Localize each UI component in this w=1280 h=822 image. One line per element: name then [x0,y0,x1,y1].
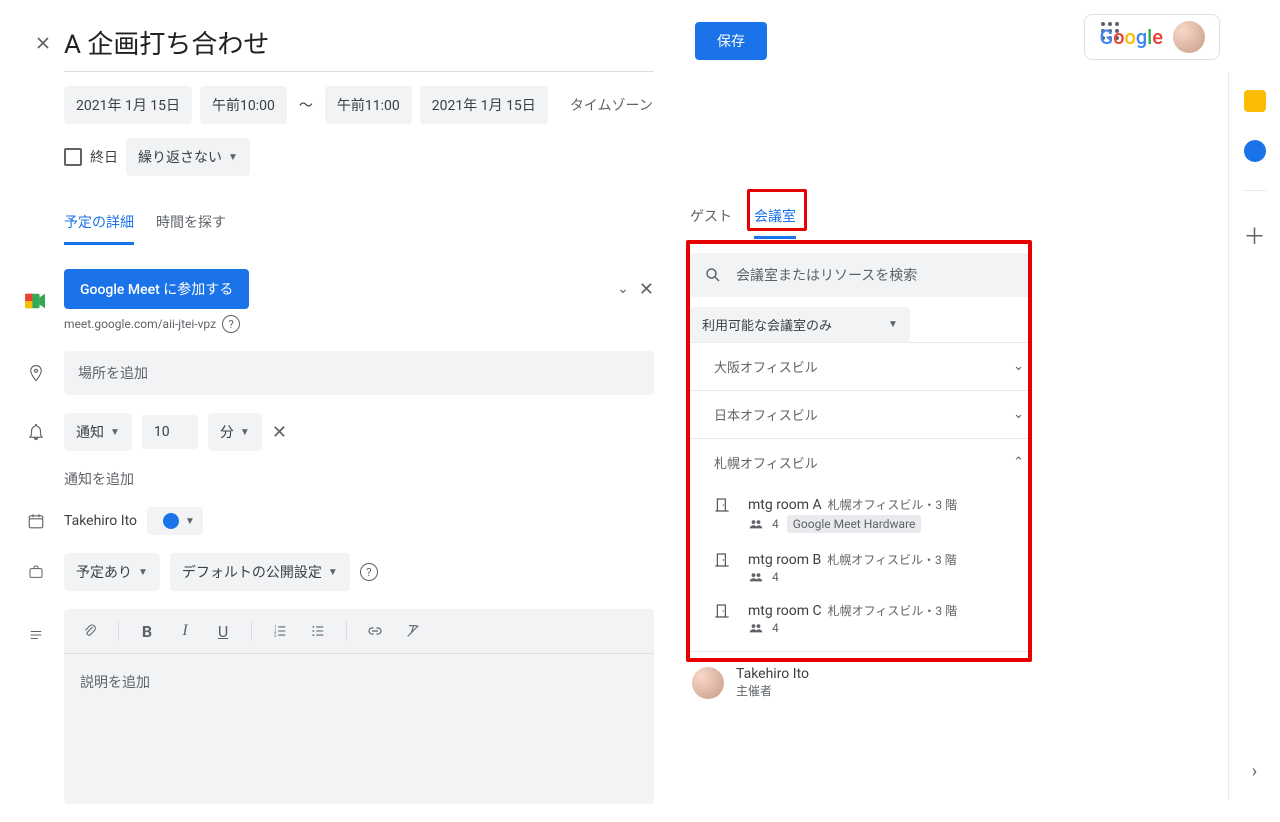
room-icon [714,494,734,533]
link-icon[interactable] [365,621,385,641]
timezone-link[interactable]: タイムゾーン [570,95,653,115]
building-row-osaka[interactable]: 大阪オフィスビル ⌄ [690,342,1032,390]
start-time-field[interactable]: 午前10:00 [200,86,287,124]
room-icon [714,600,734,635]
room-filter-select[interactable]: 利用可能な会議室のみ ▼ [690,307,910,342]
room-search-input[interactable]: 会議室またはリソースを検索 [690,253,1032,297]
save-button[interactable]: 保存 [695,22,767,60]
end-date-field[interactable]: 2021年 1月 15日 [420,86,548,124]
visibility-help-icon[interactable]: ? [360,563,378,581]
numbered-list-icon[interactable]: 123 [270,621,290,641]
collapse-panel-icon[interactable]: › [1252,761,1257,782]
organizer-role: 主催者 [736,682,809,699]
briefcase-icon [24,560,48,584]
description-icon [24,623,48,647]
hardware-badge: Google Meet Hardware [787,515,922,533]
close-icon[interactable] [33,33,53,53]
notification-type-select[interactable]: 通知▼ [64,413,132,451]
remove-notification-icon[interactable]: ✕ [272,422,287,443]
italic-icon[interactable]: I [175,621,195,641]
organizer-name: Takehiro Ito [736,666,809,682]
remove-meet-icon[interactable]: ✕ [639,279,654,300]
meet-link-text: meet.google.com/aii-jtei-vpz [64,317,216,331]
tasks-icon[interactable] [1244,140,1266,162]
room-item-c[interactable]: mtg room C札幌オフィスビル・3 階 4 [690,592,1032,643]
side-panel: ＋ › [1228,72,1280,800]
chevron-down-icon: ⌄ [1013,359,1024,374]
description-textarea[interactable]: 説明を追加 [64,654,654,804]
keep-icon[interactable] [1244,90,1266,112]
location-icon [24,361,48,385]
avatar [1173,21,1205,53]
chevron-down-icon: ⌄ [1013,407,1024,422]
bulleted-list-icon[interactable] [308,621,328,641]
room-item-a[interactable]: mtg room A札幌オフィスビル・3 階 4 Google Meet Har… [690,486,1032,541]
building-row-japan[interactable]: 日本オフィスビル ⌄ [690,390,1032,438]
organizer-avatar [692,667,724,699]
people-icon [748,572,764,582]
building-row-sapporo[interactable]: 札幌オフィスビル ⌃ [690,438,1032,486]
end-time-field[interactable]: 午前11:00 [325,86,412,124]
meet-options-icon[interactable]: ⌄ [617,281,629,297]
recurrence-select[interactable]: 繰り返さない▼ [126,138,250,176]
organizer-row: Takehiro Ito 主催者 [690,651,1032,703]
meet-icon [24,289,48,313]
add-notification-link[interactable]: 通知を追加 [64,469,134,489]
calendar-color-select[interactable]: ▼ [147,507,203,535]
room-icon [714,549,734,584]
svg-text:3: 3 [274,633,277,638]
tab-find-time[interactable]: 時間を探す [156,202,226,245]
tab-guests[interactable]: ゲスト [690,196,732,239]
event-title[interactable]: A 企画打ち合わせ [64,24,654,61]
people-icon [748,623,764,633]
start-date-field[interactable]: 2021年 1月 15日 [64,86,192,124]
join-meet-button[interactable]: Google Meet に参加する [64,269,249,309]
notification-value-input[interactable]: 10 [142,415,198,449]
all-day-checkbox[interactable] [64,148,82,166]
calendar-icon [24,509,48,533]
attachment-icon[interactable] [80,621,100,641]
people-icon [748,519,764,529]
clear-format-icon[interactable] [403,621,423,641]
calendar-owner-label: Takehiro Ito [64,513,137,529]
availability-select[interactable]: 予定あり▼ [64,553,160,591]
add-addon-icon[interactable]: ＋ [1243,219,1265,251]
room-item-b[interactable]: mtg room B札幌オフィスビル・3 階 4 [690,541,1032,592]
chevron-up-icon: ⌃ [1013,455,1024,470]
all-day-label: 終日 [90,147,118,167]
meet-help-icon[interactable]: ? [222,315,240,333]
notification-unit-select[interactable]: 分▼ [208,413,262,451]
time-separator: 〜 [295,95,317,115]
notification-icon [24,420,48,444]
visibility-select[interactable]: デフォルトの公開設定▼ [170,553,350,591]
search-icon [704,266,722,284]
tab-event-details[interactable]: 予定の詳細 [64,202,134,245]
underline-icon[interactable]: U [213,621,233,641]
bold-icon[interactable]: B [137,621,157,641]
location-input[interactable]: 場所を追加 [64,351,654,395]
tab-rooms[interactable]: 会議室 [754,196,796,239]
google-account-chip[interactable]: Google [1084,14,1220,60]
